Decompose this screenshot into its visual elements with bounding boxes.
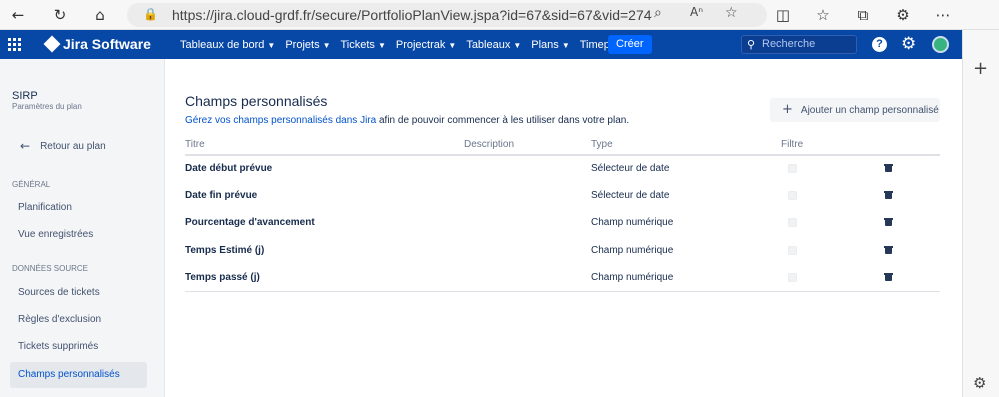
nav-tableaux[interactable]: Tableaux ▼ xyxy=(466,39,521,51)
extensions-icon[interactable]: ⚙ xyxy=(893,5,913,25)
jira-logo-icon xyxy=(43,35,61,53)
page-description: Gérez vos champs personnalisés dans Jira… xyxy=(185,115,630,126)
column-description: Description xyxy=(464,139,515,150)
delete-icon[interactable] xyxy=(884,246,893,254)
sidebar-item-saved-views[interactable]: Vue enregistrées xyxy=(10,222,147,248)
search-input[interactable]: ⚲ Recherche xyxy=(741,35,857,54)
collections-icon[interactable]: ⧉ xyxy=(853,5,873,25)
section-source-data: DONNÉES SOURCE xyxy=(12,264,89,273)
refresh-icon[interactable]: ↻ xyxy=(50,5,70,25)
home-icon[interactable]: ⌂ xyxy=(90,5,110,25)
chevron-down-icon: ▼ xyxy=(448,40,457,50)
manage-custom-fields-link[interactable]: Gérez vos champs personnalisés dans Jira xyxy=(185,115,376,126)
field-type: Champ numérique xyxy=(591,272,674,283)
nav-projectrak[interactable]: Projectrak ▼ xyxy=(396,39,456,51)
table-row: Date fin prévue Sélecteur de date xyxy=(185,183,940,210)
nav-menu: Tableaux de bord ▼ Projets ▼ Tickets ▼ Proj… xyxy=(180,30,640,59)
table-row: Date début prévue Sélecteur de date xyxy=(185,156,940,183)
delete-icon[interactable] xyxy=(884,218,893,226)
filter-checkbox[interactable] xyxy=(788,273,797,282)
filter-checkbox[interactable] xyxy=(788,164,797,173)
chevron-down-icon: ▼ xyxy=(377,40,386,50)
column-title: Titre xyxy=(185,139,205,150)
delete-icon[interactable] xyxy=(884,164,893,172)
search-icon: ⚲ xyxy=(747,38,756,51)
back-arrow-icon[interactable]: ← xyxy=(8,5,28,25)
split-screen-icon[interactable]: ◫ xyxy=(773,5,793,25)
favorite-star-icon[interactable]: ☆ xyxy=(725,5,738,21)
plan-subtitle: Paramètres du plan xyxy=(12,102,82,111)
column-filter: Filtre xyxy=(781,139,804,150)
avatar[interactable] xyxy=(932,36,949,53)
plan-settings-sidebar: SIRP Paramètres du plan ← Retour au plan… xyxy=(0,59,165,397)
back-to-plan-link[interactable]: ← Retour au plan xyxy=(20,139,106,153)
table-row: Temps Estimé (j) Champ numérique xyxy=(185,238,940,265)
sidebar-item-custom-fields[interactable]: Champs personnalisés xyxy=(10,362,147,388)
add-custom-field-button[interactable]: + Ajouter un champ personnalisé xyxy=(770,98,940,122)
read-aloud-icon[interactable]: Aⁿ xyxy=(690,5,703,19)
filter-checkbox[interactable] xyxy=(788,246,797,255)
table-row: Temps passé (j) Champ numérique xyxy=(185,265,940,292)
search-placeholder: Recherche xyxy=(762,38,816,50)
sidebar-item-exclusion-rules[interactable]: Règles d'exclusion xyxy=(10,307,147,333)
field-type: Champ numérique xyxy=(591,217,674,228)
field-title: Temps Estimé (j) xyxy=(185,245,265,256)
favorites-icon[interactable]: ☆ xyxy=(813,5,833,25)
plan-name: SIRP xyxy=(12,90,38,102)
field-title: Pourcentage d'avancement xyxy=(185,217,315,228)
delete-icon[interactable] xyxy=(884,273,893,281)
field-title: Date début prévue xyxy=(185,163,273,174)
jira-logo[interactable]: Jira Software xyxy=(43,35,151,53)
chevron-down-icon: ▼ xyxy=(267,40,276,50)
browser-sidebar: + ⚙ xyxy=(962,30,999,397)
table-header: Titre Description Type Filtre xyxy=(185,136,940,156)
help-icon[interactable]: ? xyxy=(872,37,887,52)
browser-toolbar: ← ↻ ⌂ 🔒 https://jira.cloud-grdf.fr/secur… xyxy=(0,0,999,30)
jira-top-nav: Jira Software Tableaux de bord ▼ Projets ▼… xyxy=(0,30,962,59)
arrow-left-icon: ← xyxy=(20,139,31,153)
plus-icon: + xyxy=(782,102,793,117)
nav-projets[interactable]: Projets ▼ xyxy=(285,39,330,51)
more-menu-icon[interactable]: ⋯ xyxy=(933,5,953,25)
address-bar[interactable]: 🔒 https://jira.cloud-grdf.fr/secure/Port… xyxy=(127,3,767,27)
field-type: Sélecteur de date xyxy=(591,163,670,174)
nav-tableaux-de-bord[interactable]: Tableaux de bord ▼ xyxy=(180,39,275,51)
chevron-down-icon: ▼ xyxy=(561,40,570,50)
field-type: Champ numérique xyxy=(591,245,674,256)
delete-icon[interactable] xyxy=(884,191,893,199)
add-sidebar-icon[interactable]: + xyxy=(973,58,988,79)
chevron-down-icon: ▼ xyxy=(513,40,522,50)
app-switcher-icon[interactable] xyxy=(8,38,21,51)
nav-tickets[interactable]: Tickets ▼ xyxy=(341,39,386,51)
table-row: Pourcentage d'avancement Champ numérique xyxy=(185,210,940,237)
field-type: Sélecteur de date xyxy=(591,190,670,201)
lock-icon: 🔒 xyxy=(143,7,158,21)
sidebar-item-deleted-tickets[interactable]: Tickets supprimés xyxy=(10,334,147,360)
sidebar-item-ticket-sources[interactable]: Sources de tickets xyxy=(10,280,147,306)
field-title: Date fin prévue xyxy=(185,190,258,201)
field-title: Temps passé (j) xyxy=(185,272,260,283)
sidebar-item-planification[interactable]: Planification xyxy=(10,195,147,221)
section-general: GÉNÉRAL xyxy=(12,180,51,189)
column-type: Type xyxy=(591,139,613,150)
create-button[interactable]: Créer xyxy=(608,35,652,54)
page-title: Champs personnalisés xyxy=(185,93,328,109)
chevron-down-icon: ▼ xyxy=(322,40,331,50)
logo-text: Jira Software xyxy=(63,36,151,52)
gear-icon[interactable]: ⚙ xyxy=(901,34,916,54)
sidebar-settings-icon[interactable]: ⚙ xyxy=(973,374,986,392)
filter-checkbox[interactable] xyxy=(788,191,797,200)
zoom-icon[interactable]: ⌕ xyxy=(654,5,662,21)
nav-plans[interactable]: Plans ▼ xyxy=(531,39,569,51)
filter-checkbox[interactable] xyxy=(788,218,797,227)
url-text[interactable]: https://jira.cloud-grdf.fr/secure/Portfo… xyxy=(172,7,652,23)
